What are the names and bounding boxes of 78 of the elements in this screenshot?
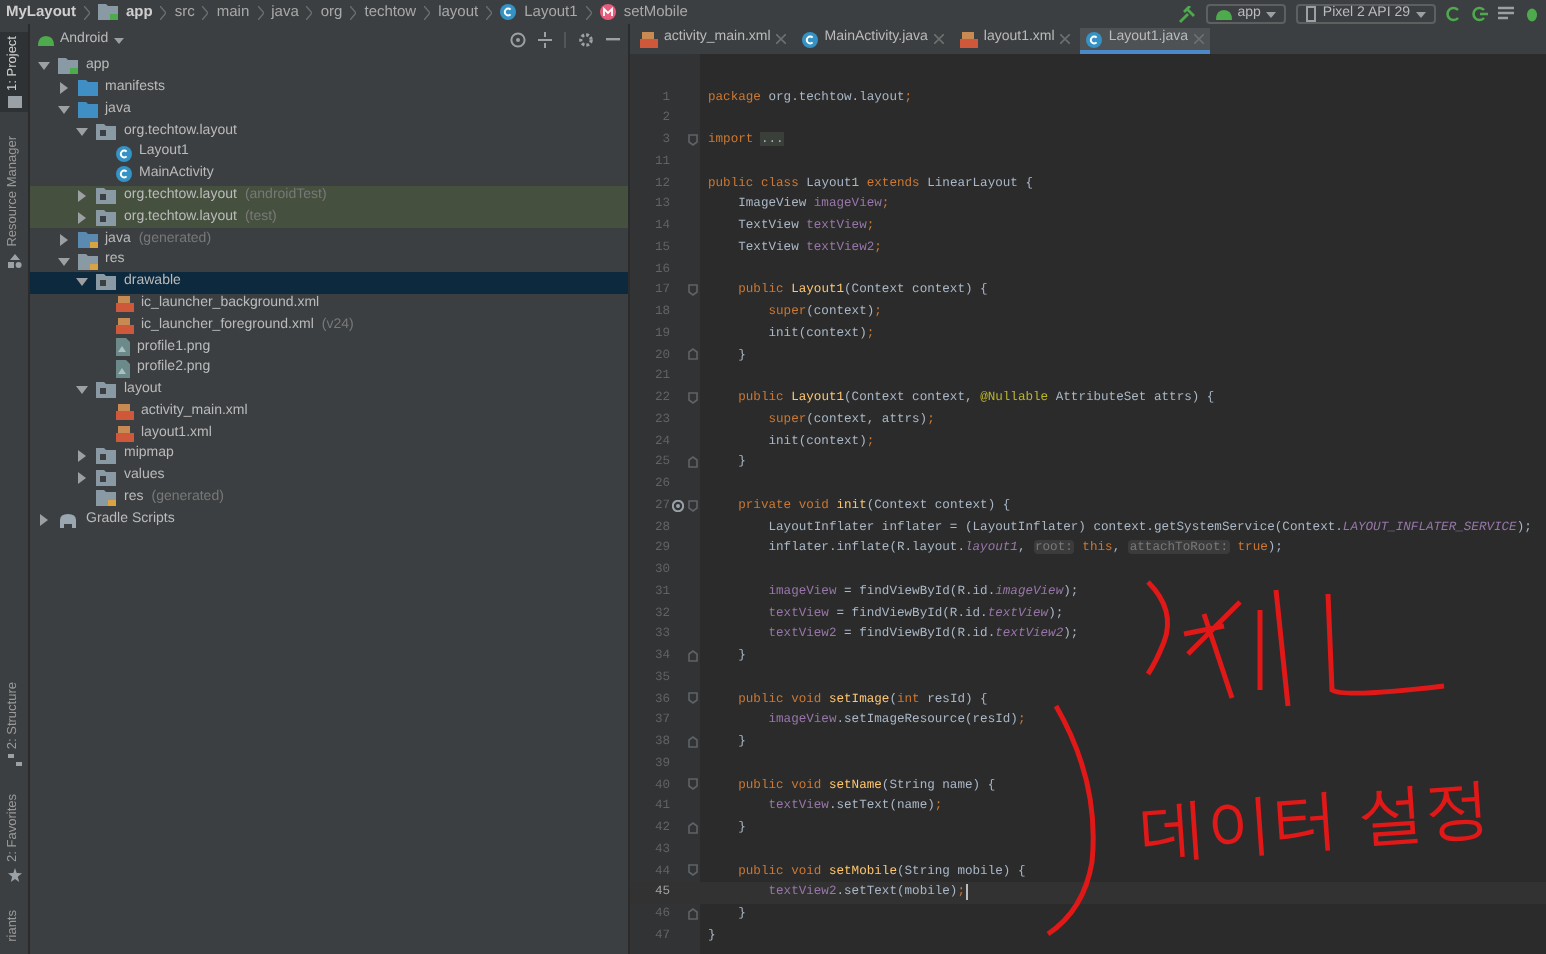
android-icon <box>38 35 54 45</box>
chevron-icon <box>424 5 431 19</box>
class-icon <box>115 166 131 183</box>
close-icon[interactable] <box>933 34 944 44</box>
image-file-icon <box>115 338 129 357</box>
override-marker-icon[interactable] <box>672 499 684 512</box>
package-folder-icon <box>96 274 116 291</box>
fold-marker-icon[interactable] <box>688 735 698 748</box>
fold-marker-icon[interactable] <box>688 499 698 512</box>
package-folder-icon <box>96 382 116 399</box>
method-icon <box>599 4 616 20</box>
fold-marker-icon[interactable] <box>688 456 698 469</box>
elephant-icon <box>58 513 78 528</box>
settings-icon[interactable] <box>578 32 594 48</box>
collapse-all-icon[interactable] <box>538 32 552 48</box>
fold-marker-icon[interactable] <box>688 821 698 834</box>
fold-marker-icon[interactable] <box>688 133 698 146</box>
text-cursor <box>965 884 967 901</box>
package-folder-icon <box>96 123 116 140</box>
resource-folder-icon <box>96 490 116 507</box>
fold-marker-icon[interactable] <box>688 284 698 297</box>
fold-marker-icon[interactable] <box>688 391 698 404</box>
fold-marker-icon[interactable] <box>688 649 698 662</box>
close-icon[interactable] <box>1060 34 1071 44</box>
resource-folder-icon <box>77 253 97 270</box>
hammer-icon[interactable] <box>1177 5 1196 23</box>
chevron-icon <box>160 5 167 19</box>
chevron-icon <box>306 5 313 19</box>
expanded-caret-icon[interactable] <box>76 384 88 397</box>
locate-icon[interactable] <box>510 32 526 48</box>
handwritten-note: 데이터 설정 <box>1136 766 1495 875</box>
fold-marker-icon[interactable] <box>688 864 698 877</box>
star-icon <box>7 868 21 883</box>
module-folder-icon <box>58 58 78 75</box>
package-folder-icon <box>96 188 116 205</box>
lines-icon[interactable] <box>1498 6 1514 22</box>
caret-icon <box>1266 11 1277 17</box>
fold-marker-icon[interactable] <box>688 348 698 361</box>
class-icon <box>115 145 131 162</box>
expanded-caret-icon[interactable] <box>38 60 50 73</box>
xml-file-icon <box>959 31 978 47</box>
shapes-icon <box>7 253 21 268</box>
class-icon <box>1086 31 1103 47</box>
fold-marker-icon[interactable] <box>688 778 698 791</box>
folder-icon <box>7 96 21 109</box>
android-icon <box>1215 9 1232 19</box>
chevron-icon <box>202 5 209 19</box>
fold-marker-icon[interactable] <box>688 692 698 705</box>
xml-file-icon <box>115 317 133 334</box>
code-editor[interactable] <box>630 54 1546 954</box>
class-icon <box>500 4 517 20</box>
xml-file-icon <box>115 296 133 313</box>
collapsed-caret-icon[interactable] <box>57 82 69 95</box>
collapsed-caret-icon[interactable] <box>38 514 50 527</box>
chevron-icon <box>84 5 91 19</box>
xml-file-icon <box>640 31 658 47</box>
chevron-icon <box>585 5 592 19</box>
minimize-icon[interactable] <box>606 38 620 42</box>
generated-folder-icon <box>77 231 97 248</box>
package-folder-icon <box>96 469 116 486</box>
caret-icon <box>1416 11 1426 17</box>
close-icon[interactable] <box>776 34 787 44</box>
chevron-icon <box>257 5 264 19</box>
phone-icon <box>1306 6 1317 22</box>
xml-file-icon <box>115 404 133 421</box>
caret-icon <box>114 37 125 43</box>
package-folder-icon <box>96 447 116 464</box>
structure-icon <box>7 754 21 767</box>
chevron-icon <box>486 5 493 19</box>
module-folder-icon <box>98 4 119 20</box>
xml-file-icon <box>115 425 133 442</box>
apply-code-changes-icon[interactable] <box>1472 6 1488 22</box>
class-icon <box>802 31 819 47</box>
fold-marker-icon[interactable] <box>688 907 698 920</box>
image-file-icon <box>115 360 129 379</box>
apply-changes-icon[interactable] <box>1446 6 1462 22</box>
chevron-icon <box>350 5 357 19</box>
package-folder-icon <box>96 209 116 226</box>
